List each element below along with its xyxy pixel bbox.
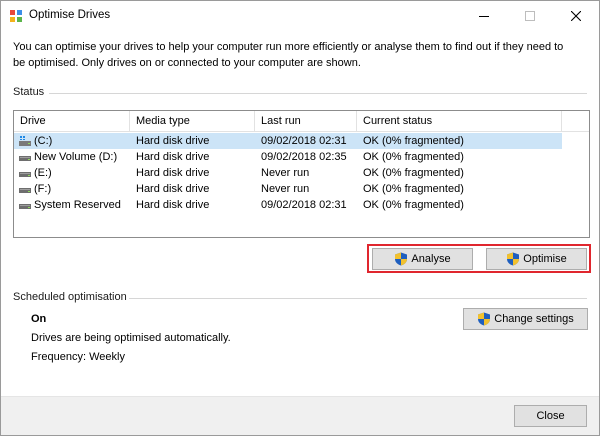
close-button[interactable]: Close — [514, 405, 587, 427]
drive-row-d[interactable]: New Volume (D:) Hard disk drive 09/02/20… — [14, 149, 562, 165]
current-status: OK (0% fragmented) — [363, 199, 464, 211]
media-type: Hard disk drive — [136, 167, 210, 179]
last-run: Never run — [261, 167, 310, 179]
scheduled-divider — [129, 298, 587, 299]
last-run: 09/02/2018 02:35 — [261, 151, 347, 163]
media-type: Hard disk drive — [136, 151, 210, 163]
optimise-button[interactable]: Optimise — [486, 248, 587, 270]
drive-name: System Reserved — [34, 199, 121, 211]
drive-name: (E:) — [34, 167, 52, 179]
maximize-button[interactable] — [507, 1, 553, 31]
minimize-icon — [479, 16, 489, 17]
column-header-last-run[interactable]: Last run — [255, 111, 357, 131]
media-type: Hard disk drive — [136, 135, 210, 147]
drive-row-c[interactable]: (C:) Hard disk drive 09/02/2018 02:31 OK… — [14, 133, 562, 149]
schedule-description: Drives are being optimised automatically… — [31, 332, 231, 344]
intro-text: You can optimise your drives to help you… — [13, 41, 564, 69]
uac-shield-icon — [478, 312, 491, 326]
defrag-app-icon — [10, 10, 22, 22]
column-header-drive[interactable]: Drive — [14, 111, 130, 131]
uac-shield-icon — [507, 252, 520, 266]
current-status: OK (0% fragmented) — [363, 151, 464, 163]
analyse-button[interactable]: Analyse — [372, 248, 473, 270]
minimize-button[interactable] — [461, 1, 507, 31]
status-divider — [49, 93, 587, 94]
title-bar[interactable]: Optimise Drives — [1, 1, 599, 31]
drive-icon — [19, 156, 31, 161]
drive-name: (C:) — [34, 135, 53, 147]
uac-shield-icon — [395, 252, 408, 266]
drive-name: (F:) — [34, 183, 52, 195]
change-settings-button[interactable]: Change settings — [463, 308, 588, 330]
drive-row-f[interactable]: (F:) Hard disk drive Never run OK (0% fr… — [14, 181, 562, 197]
drive-row-e[interactable]: (E:) Hard disk drive Never run OK (0% fr… — [14, 165, 562, 181]
close-label: Close — [536, 410, 565, 422]
change-settings-label: Change settings — [494, 313, 574, 325]
drives-list[interactable]: Drive Media type Last run Current status… — [13, 110, 590, 238]
maximize-icon — [525, 11, 535, 21]
drive-icon — [19, 188, 31, 193]
current-status: OK (0% fragmented) — [363, 183, 464, 195]
close-window-button[interactable] — [553, 1, 599, 31]
windows-drive-icon — [19, 136, 31, 146]
drive-name: New Volume (D:) — [34, 151, 118, 163]
drive-icon — [19, 172, 31, 177]
close-icon — [571, 11, 581, 21]
media-type: Hard disk drive — [136, 199, 210, 211]
last-run: Never run — [261, 183, 310, 195]
schedule-state: On — [31, 313, 47, 325]
status-section-label: Status — [13, 86, 45, 98]
optimise-drives-window: Optimise Drives You can optimise your dr… — [0, 0, 600, 436]
dialog-footer: Close — [1, 396, 599, 435]
drive-row-system-reserved[interactable]: System Reserved Hard disk drive 09/02/20… — [14, 197, 562, 213]
drive-icon — [19, 204, 31, 209]
media-type: Hard disk drive — [136, 183, 210, 195]
current-status: OK (0% fragmented) — [363, 167, 464, 179]
scheduled-section-label: Scheduled optimisation — [13, 291, 127, 303]
current-status: OK (0% fragmented) — [363, 135, 464, 147]
drives-list-header: Drive Media type Last run Current status — [14, 111, 589, 132]
analyse-label: Analyse — [411, 253, 451, 265]
schedule-frequency: Frequency: Weekly — [31, 351, 125, 363]
column-header-current-status[interactable]: Current status — [357, 111, 562, 131]
last-run: 09/02/2018 02:31 — [261, 199, 347, 211]
optimise-label: Optimise — [523, 253, 567, 265]
column-header-media-type[interactable]: Media type — [130, 111, 255, 131]
last-run: 09/02/2018 02:31 — [261, 135, 347, 147]
window-title: Optimise Drives — [29, 9, 111, 21]
